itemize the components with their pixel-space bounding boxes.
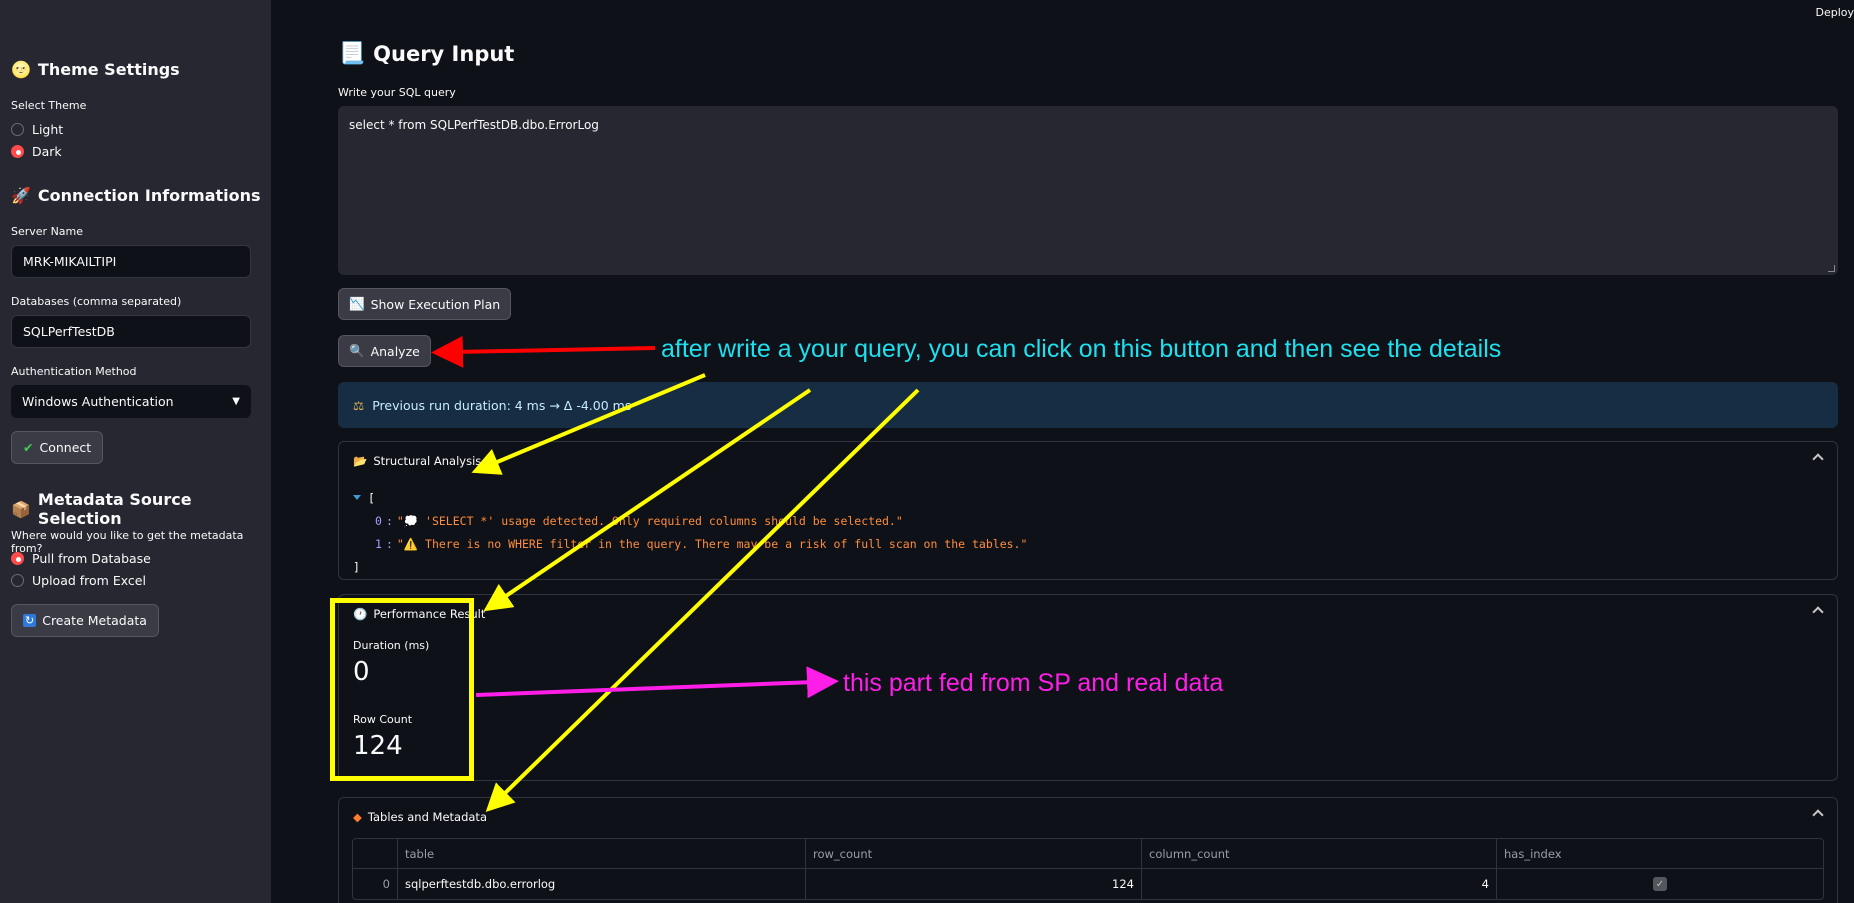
cell-column-count[interactable]: 4 bbox=[1142, 869, 1497, 899]
radio-indicator bbox=[11, 123, 24, 136]
json-item: 0 : "💭 'SELECT *' usage detected. Only r… bbox=[375, 513, 903, 528]
column-header-row-count[interactable]: row_count bbox=[806, 839, 1142, 868]
column-header-table[interactable]: table bbox=[398, 839, 806, 868]
info-alert: ⚖ Previous run duration: 4 ms → Δ -4.00 … bbox=[338, 382, 1838, 428]
palette-icon: 🌝 bbox=[11, 60, 31, 79]
auth-method-select[interactable]: Windows Authentication ▼ bbox=[11, 385, 251, 418]
chevron-down-icon: ▼ bbox=[232, 396, 240, 407]
chevron-up-icon[interactable] bbox=[1812, 809, 1824, 821]
radio-pull-database[interactable]: Pull from Database bbox=[11, 551, 151, 566]
page-title: 📃 Query Input bbox=[339, 41, 515, 66]
search-icon: 🔍 bbox=[349, 343, 365, 358]
radio-upload-excel[interactable]: Upload from Excel bbox=[11, 573, 146, 588]
select-theme-label: Select Theme bbox=[11, 99, 87, 112]
diamond-icon: ◆ bbox=[353, 810, 362, 824]
chart-icon: 📉 bbox=[349, 296, 365, 311]
column-header-column-count[interactable]: column_count bbox=[1142, 839, 1497, 868]
resize-handle[interactable] bbox=[1828, 265, 1835, 272]
radio-indicator-selected bbox=[11, 552, 24, 565]
column-header-has-index[interactable]: has_index bbox=[1497, 839, 1823, 868]
red-arrow bbox=[431, 335, 656, 368]
sql-query-input[interactable]: select * from SQLPerfTestDB.dbo.ErrorLog bbox=[338, 106, 1838, 275]
radio-theme-dark[interactable]: Dark bbox=[11, 144, 62, 159]
sidebar: 🌝 Theme Settings Select Theme Light Dark… bbox=[0, 0, 271, 903]
query-label: Write your SQL query bbox=[338, 86, 456, 99]
databases-label: Databases (comma separated) bbox=[11, 295, 182, 308]
radio-indicator bbox=[11, 574, 24, 587]
table-row: 0 sqlperftestdb.dbo.errorlog 124 4 ✓ bbox=[353, 869, 1823, 899]
cell-has-index[interactable]: ✓ bbox=[1497, 869, 1823, 899]
connection-heading: 🚀 Connection Informations bbox=[11, 186, 261, 205]
server-name-input[interactable]: MRK-MIKAILTIPI bbox=[11, 245, 251, 278]
collapse-icon[interactable] bbox=[353, 495, 361, 500]
create-metadata-button[interactable]: ↻ Create Metadata bbox=[11, 604, 159, 637]
cell-row-count[interactable]: 124 bbox=[806, 869, 1142, 899]
rocket-icon: 🚀 bbox=[11, 186, 31, 205]
checkmark-icon: ✔ bbox=[23, 440, 34, 455]
metadata-heading: 📦 Metadata Source Selection bbox=[11, 490, 192, 528]
structural-analysis-expander: 📂 Structural Analysis [ 0 : "💭 'SELECT *… bbox=[338, 441, 1838, 580]
analyze-button[interactable]: 🔍 Analyze bbox=[338, 335, 431, 367]
metadata-table[interactable]: table row_count column_count has_index 0… bbox=[352, 838, 1824, 900]
json-close: ] bbox=[353, 559, 360, 574]
show-execution-plan-button[interactable]: 📉 Show Execution Plan bbox=[338, 288, 512, 320]
json-viewer: [ 0 : "💭 'SELECT *' usage detected. Only… bbox=[353, 486, 1027, 578]
databases-input[interactable]: SQLPerfTestDB bbox=[11, 315, 251, 348]
refresh-icon: ↻ bbox=[23, 614, 37, 627]
scales-icon: ⚖ bbox=[353, 397, 365, 413]
deploy-button[interactable]: Deploy bbox=[1815, 6, 1854, 19]
radio-indicator-selected bbox=[11, 145, 24, 158]
table-header-row: table row_count column_count has_index bbox=[353, 839, 1823, 869]
theme-settings-heading: 🌝 Theme Settings bbox=[11, 60, 180, 79]
server-name-label: Server Name bbox=[11, 225, 84, 238]
auth-method-label: Authentication Method bbox=[11, 365, 137, 378]
chevron-up-icon[interactable] bbox=[1812, 453, 1824, 465]
tables-metadata-expander: ◆ Tables and Metadata table row_count co… bbox=[338, 797, 1838, 903]
json-item: 1 : "⚠️ There is no WHERE filter in the … bbox=[375, 536, 1028, 551]
json-open: [ bbox=[353, 486, 1027, 509]
document-icon: 📃 bbox=[339, 41, 366, 65]
annotation-note-performance: this part fed from SP and real data bbox=[843, 669, 1224, 697]
checkbox-checked-icon: ✓ bbox=[1653, 877, 1667, 891]
expander-header[interactable]: 📂 Structural Analysis bbox=[353, 454, 481, 468]
radio-theme-light[interactable]: Light bbox=[11, 122, 63, 137]
highlight-box bbox=[330, 598, 474, 781]
expander-header[interactable]: ◆ Tables and Metadata bbox=[353, 810, 487, 824]
cell-table[interactable]: sqlperftestdb.dbo.errorlog bbox=[398, 869, 806, 899]
connect-button[interactable]: ✔ Connect bbox=[11, 431, 104, 464]
box-icon: 📦 bbox=[11, 499, 31, 519]
chevron-up-icon[interactable] bbox=[1812, 606, 1824, 618]
row-index: 0 bbox=[353, 869, 398, 899]
folder-icon: 📂 bbox=[353, 454, 368, 468]
annotation-note-analyze: after write a your query, you can click … bbox=[661, 335, 1502, 363]
